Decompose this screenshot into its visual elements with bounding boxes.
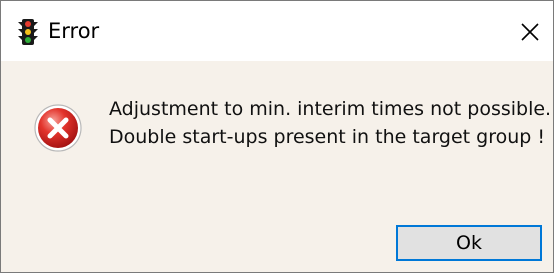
error-dialog-window: Error Adjustment to min. interim times n… — [0, 0, 554, 273]
title-bar[interactable]: Error — [1, 1, 553, 61]
close-button[interactable] — [513, 15, 547, 49]
traffic-light-icon — [17, 19, 39, 45]
ok-button[interactable]: Ok — [396, 225, 542, 261]
error-message: Adjustment to min. interim times not pos… — [109, 95, 551, 151]
close-icon — [520, 22, 540, 42]
message-line-2: Double start-ups present in the target g… — [109, 126, 546, 148]
message-line-1: Adjustment to min. interim times not pos… — [109, 98, 552, 120]
error-icon — [33, 103, 83, 153]
window-title: Error — [48, 19, 100, 43]
